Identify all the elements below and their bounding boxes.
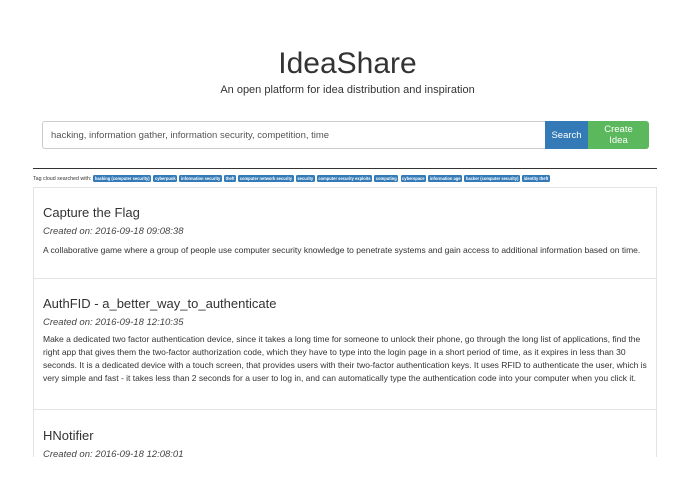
idea-title[interactable]: HNotifier	[43, 428, 647, 444]
page: IdeaShare An open platform for idea dist…	[0, 0, 695, 494]
search-button[interactable]: Search	[545, 121, 588, 149]
tag-security[interactable]: security	[295, 175, 315, 182]
idea-title[interactable]: AuthFID - a_better_way_to_authenticate	[43, 296, 647, 312]
tag-hacker-computer-security[interactable]: hacker (computer security)	[464, 175, 520, 182]
idea-date: Created on: 2016-09-18 12:08:01	[43, 449, 184, 457]
divider	[33, 168, 657, 169]
idea-date: Created on: 2016-09-18 09:08:38	[43, 226, 184, 237]
search-input[interactable]	[42, 121, 545, 149]
tag-cyberspace[interactable]: cyberspace	[400, 175, 427, 182]
idea-title[interactable]: Capture the Flag	[43, 205, 647, 221]
idea-date: Created on: 2016-09-18 12:10:35	[43, 317, 184, 328]
idea-card[interactable]: HNotifier Created on: 2016-09-18 12:08:0…	[33, 409, 657, 457]
tag-computing[interactable]: computing	[374, 175, 399, 182]
tag-cloud: Tag cloud searched with: hacking (comput…	[33, 174, 663, 183]
create-idea-button[interactable]: Create Idea	[588, 121, 649, 149]
idea-list: Capture the Flag Created on: 2016-09-18 …	[33, 187, 657, 457]
site-tagline: An open platform for idea distribution a…	[220, 84, 475, 96]
tag-cloud-label: Tag cloud searched with:	[33, 175, 92, 182]
idea-description: A collaborative game where a group of pe…	[43, 245, 641, 255]
idea-card[interactable]: AuthFID - a_better_way_to_authenticate C…	[33, 278, 657, 409]
tag-information-age[interactable]: information age	[428, 175, 463, 182]
tag-computer-security-exploits[interactable]: computer security exploits	[316, 175, 372, 182]
tag-identity-theft[interactable]: identity theft	[522, 175, 550, 182]
tag-cyberpunk[interactable]: cyberpunk	[153, 175, 178, 182]
idea-description: Make a dedicated two factor authenticati…	[43, 334, 647, 383]
tag-hacking-computer-security[interactable]: hacking (computer security)	[93, 175, 152, 182]
tag-theft[interactable]: theft	[224, 175, 236, 182]
tag-computer-network-security[interactable]: computer network security	[238, 175, 294, 182]
site-title: IdeaShare	[278, 47, 417, 80]
idea-card[interactable]: Capture the Flag Created on: 2016-09-18 …	[33, 187, 657, 278]
search-bar: Search Create Idea	[42, 121, 649, 149]
tag-information-security[interactable]: information security	[179, 175, 222, 182]
